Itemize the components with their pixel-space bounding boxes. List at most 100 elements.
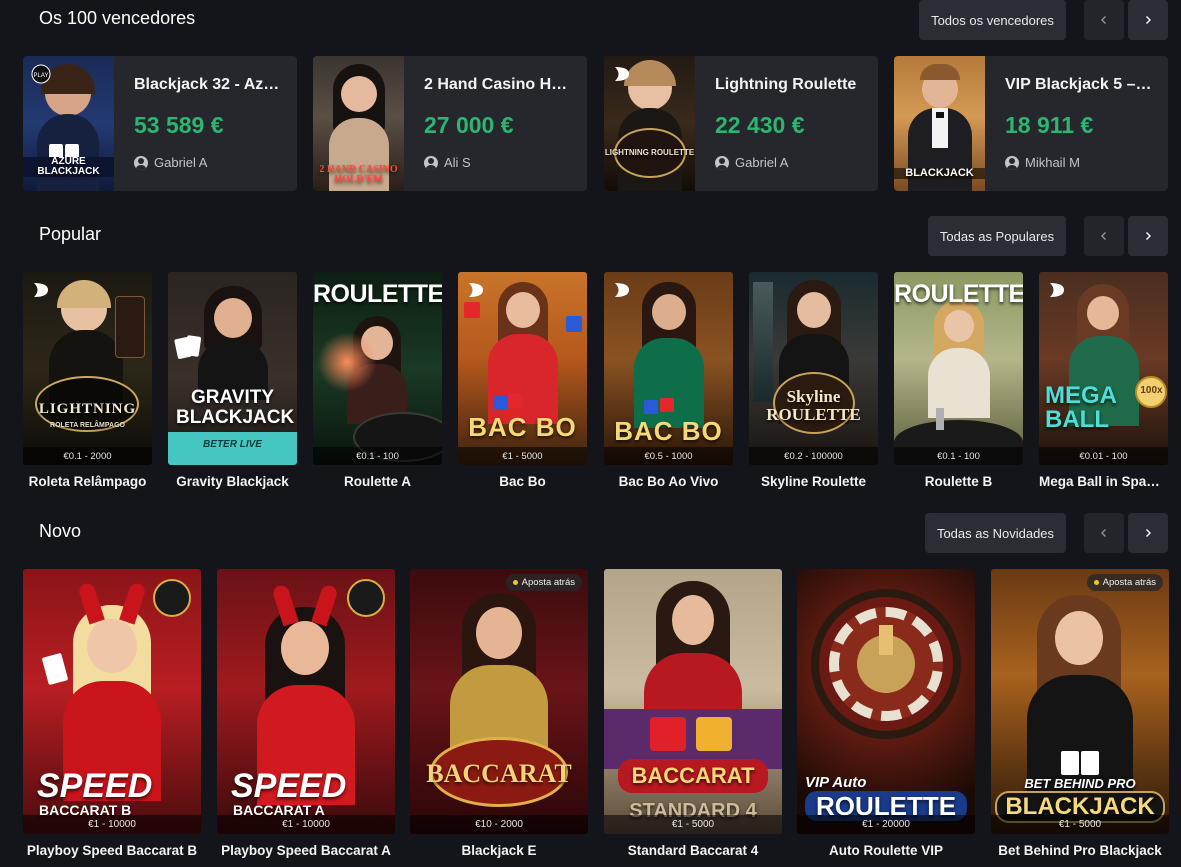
bet-limits: €1 - 10000: [217, 815, 395, 834]
game-tile[interactable]: LIGHTNING ROLETA RELÂMPAGO €0.1 - 2000 R…: [23, 272, 152, 489]
game-tile[interactable]: ROULETTE €0.1 - 100 Roulette B: [894, 272, 1023, 489]
game-tile[interactable]: Aposta atrás BACCARAT €10 - 2000 Blackja…: [410, 569, 588, 858]
game-tile[interactable]: MEGA BALL 100x €0.01 - 100 Mega Ball in …: [1039, 272, 1168, 489]
winner-game-name: 2 Hand Casino Ho…: [424, 76, 574, 93]
bet-limits: €0.01 - 100: [1039, 447, 1168, 465]
game-thumbnail: SPEED BACCARAT A €1 - 10000: [217, 569, 395, 834]
game-name: Bac Bo: [499, 474, 546, 489]
game-thumbnail: ROULETTE €0.1 - 100: [894, 272, 1023, 465]
game-art-title: BAC BO: [468, 412, 577, 442]
game-art-title: LIGHTNING: [38, 401, 137, 417]
winner-game-name: Lightning Roulette: [715, 76, 857, 93]
winner-card[interactable]: 2 HAND CASINO HOLD'EM 2 Hand Casino Ho… …: [313, 56, 587, 191]
bet-limits: €0.5 - 1000: [604, 447, 733, 465]
chevron-right-icon: [1146, 529, 1151, 537]
winner-game-thumbnail: 2 HAND CASINO HOLD'EM: [313, 56, 404, 191]
game-tile[interactable]: Skyline ROULETTE €0.2 - 100000 Skyline R…: [749, 272, 878, 489]
bet-limits: €0.1 - 100: [894, 447, 1023, 465]
game-name: Mega Ball in Span…: [1039, 474, 1168, 489]
user-icon: [715, 155, 729, 170]
game-art-title: BACCARAT: [618, 759, 768, 793]
new-next-button[interactable]: [1128, 513, 1168, 553]
game-tile[interactable]: BAC BO €0.5 - 1000 Bac Bo Ao Vivo: [604, 272, 733, 489]
game-tile[interactable]: ROULETTE €0.1 - 100 Roulette A: [313, 272, 442, 489]
winner-card[interactable]: BLACKJACK VIP Blackjack 5 – … 18 911 € M…: [894, 56, 1168, 191]
bet-behind-dot-icon: [1093, 580, 1099, 585]
game-name: Gravity Blackjack: [176, 474, 289, 489]
game-thumbnail: BAC BO €0.5 - 1000: [604, 272, 733, 465]
winner-game-name: VIP Blackjack 5 – …: [1005, 76, 1155, 93]
new-title: Novo: [39, 521, 82, 541]
bet-behind-label: Aposta atrás: [1102, 577, 1156, 588]
winner-game-thumbnail: PLAY AZURE BLACKJACK: [23, 56, 114, 191]
game-tile[interactable]: BAC BO €1 - 5000 Bac Bo: [458, 272, 587, 489]
all-winners-button[interactable]: Todos os vencedores: [919, 0, 1066, 40]
game-art-subtitle: 100x: [1140, 385, 1163, 396]
chevron-left-icon: [1101, 529, 1106, 537]
game-art-title: ROULETTE: [313, 280, 442, 308]
game-name: Standard Baccarat 4: [627, 843, 759, 858]
chevron-left-icon: [1101, 232, 1106, 240]
winner-art-title: BLACKJACK: [894, 168, 985, 179]
bet-limits: €1 - 10000: [23, 815, 201, 834]
winner-user: Mikhail M: [1005, 155, 1080, 170]
winner-card[interactable]: PLAY AZURE BLACKJACK Blackjack 32 - Az… …: [23, 56, 297, 191]
game-thumbnail: MEGA BALL 100x €0.01 - 100: [1039, 272, 1168, 465]
game-tile[interactable]: VIP Auto ROULETTE €1 - 20000 Auto Roulet…: [797, 569, 975, 858]
popular-prev-button[interactable]: [1084, 216, 1124, 256]
winner-game-thumbnail: BLACKJACK: [894, 56, 985, 191]
bet-limits: €1 - 5000: [458, 447, 587, 465]
game-thumbnail: Aposta atrás BACCARAT €10 - 2000: [410, 569, 588, 834]
evolution-logo-icon: [1050, 283, 1064, 297]
chevron-right-icon: [1146, 16, 1151, 24]
bet-limits: €1 - 5000: [991, 815, 1169, 834]
popular-next-button[interactable]: [1128, 216, 1168, 256]
game-name: Bet Behind Pro Blackjack: [998, 843, 1162, 858]
winner-art-title: 2 HAND CASINO HOLD'EM: [319, 164, 398, 185]
evolution-logo-icon: [615, 67, 629, 81]
bet-limits: €1 - 5000: [604, 815, 782, 834]
winner-user-name: Ali S: [444, 155, 471, 170]
all-new-button[interactable]: Todas as Novidades: [925, 513, 1066, 553]
game-thumbnail: ROULETTE €0.1 - 100: [313, 272, 442, 465]
game-tile[interactable]: BACCARAT STANDARD 4 €1 - 5000 Standard B…: [604, 569, 782, 858]
winner-user: Gabriel A: [715, 155, 788, 170]
game-art-title: ROULETTE: [894, 280, 1023, 308]
popular-title: Popular: [39, 224, 102, 244]
winners-next-button[interactable]: [1128, 0, 1168, 40]
winner-game-thumbnail: LIGHTNING ROULETTE: [604, 56, 695, 191]
winner-art-title: AZURE BLACKJACK: [23, 157, 114, 177]
bet-limits: €0.2 - 100000: [749, 447, 878, 465]
game-thumbnail: GRAVITY BLACKJACK BETER LIVE: [168, 272, 297, 465]
game-art-title: Skyline ROULETTE: [766, 387, 861, 424]
play-logo-icon: PLAY: [31, 64, 51, 84]
game-art-title: BAC BO: [614, 416, 723, 446]
game-tile[interactable]: GRAVITY BLACKJACK BETER LIVE Gravity Bla…: [168, 272, 297, 489]
user-icon: [424, 155, 438, 170]
game-name: Playboy Speed Baccarat B: [26, 843, 198, 858]
winner-art-title: LIGHTNING ROULETTE: [604, 148, 695, 157]
new-section-header: Novo Todas as Novidades: [0, 513, 1181, 553]
new-prev-button[interactable]: [1084, 513, 1124, 553]
bet-limits: €10 - 2000: [410, 815, 588, 834]
game-tile[interactable]: SPEED BACCARAT A €1 - 10000 Playboy Spee…: [217, 569, 395, 858]
game-name: Roulette A: [344, 474, 411, 489]
svg-text:PLAY: PLAY: [34, 73, 49, 79]
bet-behind-badge: Aposta atrás: [1086, 574, 1163, 591]
game-tile[interactable]: Aposta atrás BET BEHIND PRO BLACKJACK €1…: [991, 569, 1169, 858]
game-name: Roleta Relâmpago: [28, 474, 147, 489]
game-thumbnail: SPEED BACCARAT B €1 - 10000: [23, 569, 201, 834]
game-thumbnail: LIGHTNING ROLETA RELÂMPAGO €0.1 - 2000: [23, 272, 152, 465]
game-art-subtitle: ROLETA RELÂMPAGO: [50, 422, 125, 429]
winner-user-name: Gabriel A: [735, 155, 789, 170]
game-art-subtitle: BETER LIVE: [203, 439, 262, 450]
winners-prev-button[interactable]: [1084, 0, 1124, 40]
winner-card[interactable]: LIGHTNING ROULETTE Lightning Roulette 22…: [604, 56, 878, 191]
game-name: Blackjack E: [461, 843, 537, 858]
game-tile[interactable]: SPEED BACCARAT B €1 - 10000 Playboy Spee…: [23, 569, 201, 858]
winner-amount: 53 589 €: [134, 112, 224, 138]
game-thumbnail: BAC BO €1 - 5000: [458, 272, 587, 465]
winner-amount: 27 000 €: [424, 112, 514, 138]
all-popular-button[interactable]: Todas as Populares: [928, 216, 1066, 256]
bet-limits: €0.1 - 100: [313, 447, 442, 465]
